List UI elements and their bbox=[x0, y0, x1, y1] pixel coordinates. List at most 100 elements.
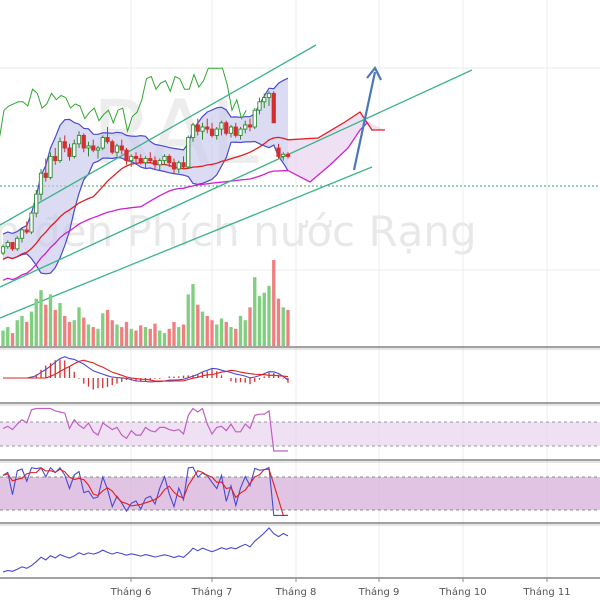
volume-bar bbox=[20, 315, 24, 346]
volume-bar bbox=[158, 330, 162, 346]
volume-bar bbox=[120, 327, 124, 346]
volume-bar bbox=[10, 333, 15, 346]
candle-body bbox=[105, 137, 110, 143]
candle-body bbox=[72, 143, 77, 157]
volume-bar bbox=[44, 304, 48, 346]
candle-body bbox=[138, 158, 143, 164]
candle bbox=[57, 137, 63, 163]
volume-bar bbox=[15, 320, 19, 346]
candle-body bbox=[257, 101, 262, 111]
candle-body bbox=[57, 141, 63, 162]
volume-bar bbox=[205, 315, 209, 346]
candle-body bbox=[24, 229, 29, 233]
volume-bar bbox=[267, 285, 271, 346]
candle-body bbox=[285, 153, 291, 157]
candle-body bbox=[205, 126, 210, 130]
volume-bar bbox=[6, 327, 10, 346]
candle-body bbox=[247, 124, 253, 128]
candle-body bbox=[186, 137, 191, 168]
volume-bar bbox=[167, 328, 171, 346]
candle-body bbox=[29, 212, 34, 233]
volume-bar bbox=[181, 324, 186, 346]
candle-body bbox=[176, 162, 181, 170]
candle-body bbox=[148, 158, 153, 162]
volume-bar bbox=[253, 277, 257, 346]
candle-body bbox=[114, 145, 120, 153]
stock-chart: RAL n đèn Phích nước Rạng Tháng 6 Tháng … bbox=[0, 0, 600, 598]
candle-body bbox=[171, 162, 177, 170]
volume-bar bbox=[86, 324, 91, 346]
chart-root: RAL n đèn Phích nước Rạng Tháng 6 Tháng … bbox=[0, 0, 600, 600]
candle bbox=[271, 91, 276, 124]
obv-line bbox=[2, 527, 289, 573]
candle-body bbox=[238, 128, 243, 136]
volume-bar bbox=[115, 324, 119, 346]
candle-body bbox=[219, 122, 224, 130]
candle-body bbox=[43, 172, 48, 178]
candle-body bbox=[152, 160, 158, 166]
volume-bar bbox=[224, 321, 228, 346]
candle bbox=[100, 135, 105, 151]
candle-body bbox=[224, 122, 229, 134]
volume-bar bbox=[162, 333, 167, 346]
volume-bar bbox=[58, 303, 62, 346]
volume-bar bbox=[91, 327, 95, 346]
candle bbox=[224, 120, 229, 136]
volume-bar bbox=[276, 298, 281, 346]
candle-body bbox=[214, 128, 219, 136]
volume-bar bbox=[67, 321, 72, 346]
candle-body bbox=[100, 137, 105, 149]
candle-body bbox=[34, 193, 39, 214]
candle bbox=[15, 236, 20, 251]
candle-body bbox=[81, 134, 86, 149]
candle-body bbox=[133, 155, 139, 159]
candle-body bbox=[0, 246, 6, 254]
x-tick-label: Tháng 9 bbox=[358, 586, 400, 598]
volume-bar bbox=[219, 318, 224, 346]
candle-body bbox=[95, 147, 101, 151]
volume-bar bbox=[53, 309, 57, 346]
volume-bar bbox=[234, 328, 238, 346]
candle-body bbox=[233, 126, 238, 136]
volume-bar bbox=[48, 294, 53, 346]
candle-body bbox=[190, 124, 196, 138]
volume-bar bbox=[262, 292, 266, 346]
candle-body bbox=[262, 97, 267, 103]
volume-bar bbox=[196, 304, 200, 346]
volume-bar bbox=[25, 321, 29, 346]
volume-bar bbox=[191, 284, 195, 346]
volume-bar bbox=[248, 307, 252, 346]
candle bbox=[110, 139, 115, 155]
volume-bar bbox=[200, 311, 205, 346]
volume-bar bbox=[1, 330, 5, 346]
candle bbox=[252, 108, 257, 130]
volume-bar bbox=[257, 296, 262, 346]
candle-body bbox=[162, 155, 167, 162]
candle bbox=[48, 152, 53, 180]
candle-body bbox=[266, 92, 272, 99]
x-tick-label: Tháng 6 bbox=[110, 586, 152, 598]
volume-bar bbox=[148, 328, 152, 346]
candle-body bbox=[91, 145, 96, 151]
candle-body bbox=[62, 141, 67, 149]
candle-body bbox=[281, 153, 286, 157]
volume-bar bbox=[281, 307, 285, 346]
candle-body bbox=[124, 149, 129, 162]
volume-bar bbox=[229, 327, 233, 346]
candle-body bbox=[200, 126, 205, 132]
volume-bar bbox=[238, 315, 243, 346]
candle-body bbox=[209, 128, 215, 136]
x-axis: Tháng 6 Tháng 7 Tháng 8 Tháng 9 Tháng 10 Thán… bbox=[110, 578, 571, 598]
candle-body bbox=[10, 242, 15, 250]
forecast-band-fill bbox=[288, 112, 385, 182]
volume-bar bbox=[153, 323, 157, 346]
candle-body bbox=[53, 155, 58, 162]
candle-body bbox=[15, 237, 20, 250]
macd-panel bbox=[3, 356, 289, 390]
candle bbox=[34, 190, 39, 218]
volume-bar bbox=[243, 320, 247, 346]
volume-bar bbox=[143, 327, 148, 346]
volume-bar bbox=[286, 309, 290, 346]
volume-bar bbox=[124, 321, 129, 346]
volume-bar bbox=[39, 290, 43, 346]
